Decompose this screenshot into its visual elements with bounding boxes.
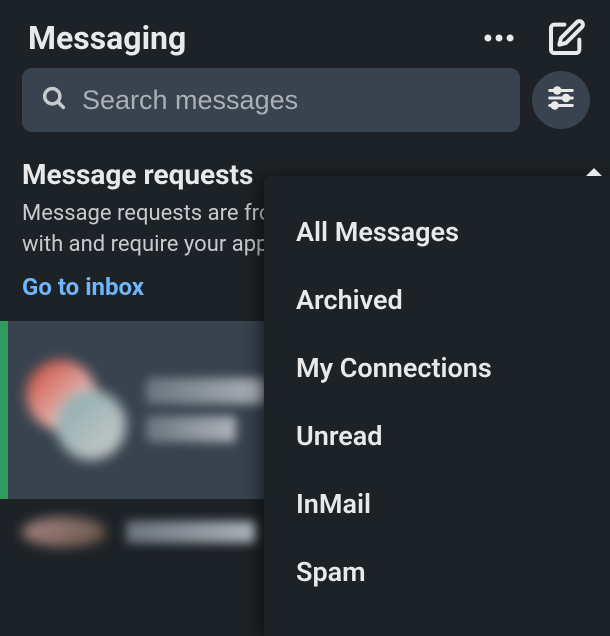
redacted-text <box>146 378 266 404</box>
filter-option-unread[interactable]: Unread <box>264 402 610 470</box>
filter-option-spam[interactable]: Spam <box>264 538 610 606</box>
filter-option-my-connections[interactable]: My Connections <box>264 334 610 402</box>
conversation-preview <box>146 378 266 442</box>
sliders-icon <box>546 83 576 117</box>
avatar <box>22 517 106 547</box>
search-icon <box>40 84 68 116</box>
redacted-text <box>126 521 256 543</box>
avatar-group <box>26 360 126 460</box>
redacted-text <box>146 416 236 442</box>
search-row <box>0 68 610 142</box>
page-title: Messaging <box>28 19 186 57</box>
search-box[interactable] <box>22 68 520 132</box>
filter-option-all-messages[interactable]: All Messages <box>264 198 610 266</box>
filter-option-inmail[interactable]: InMail <box>264 470 610 538</box>
filter-dropdown: All Messages Archived My Connections Unr… <box>264 176 610 636</box>
avatar <box>56 390 126 460</box>
header-actions <box>480 18 586 58</box>
go-to-inbox-link[interactable]: Go to inbox <box>22 273 144 301</box>
search-input[interactable] <box>82 85 502 116</box>
more-options-icon[interactable] <box>480 19 518 57</box>
filter-option-archived[interactable]: Archived <box>264 266 610 334</box>
header: Messaging <box>0 0 610 68</box>
compose-icon[interactable] <box>546 18 586 58</box>
filter-button[interactable] <box>532 71 590 129</box>
